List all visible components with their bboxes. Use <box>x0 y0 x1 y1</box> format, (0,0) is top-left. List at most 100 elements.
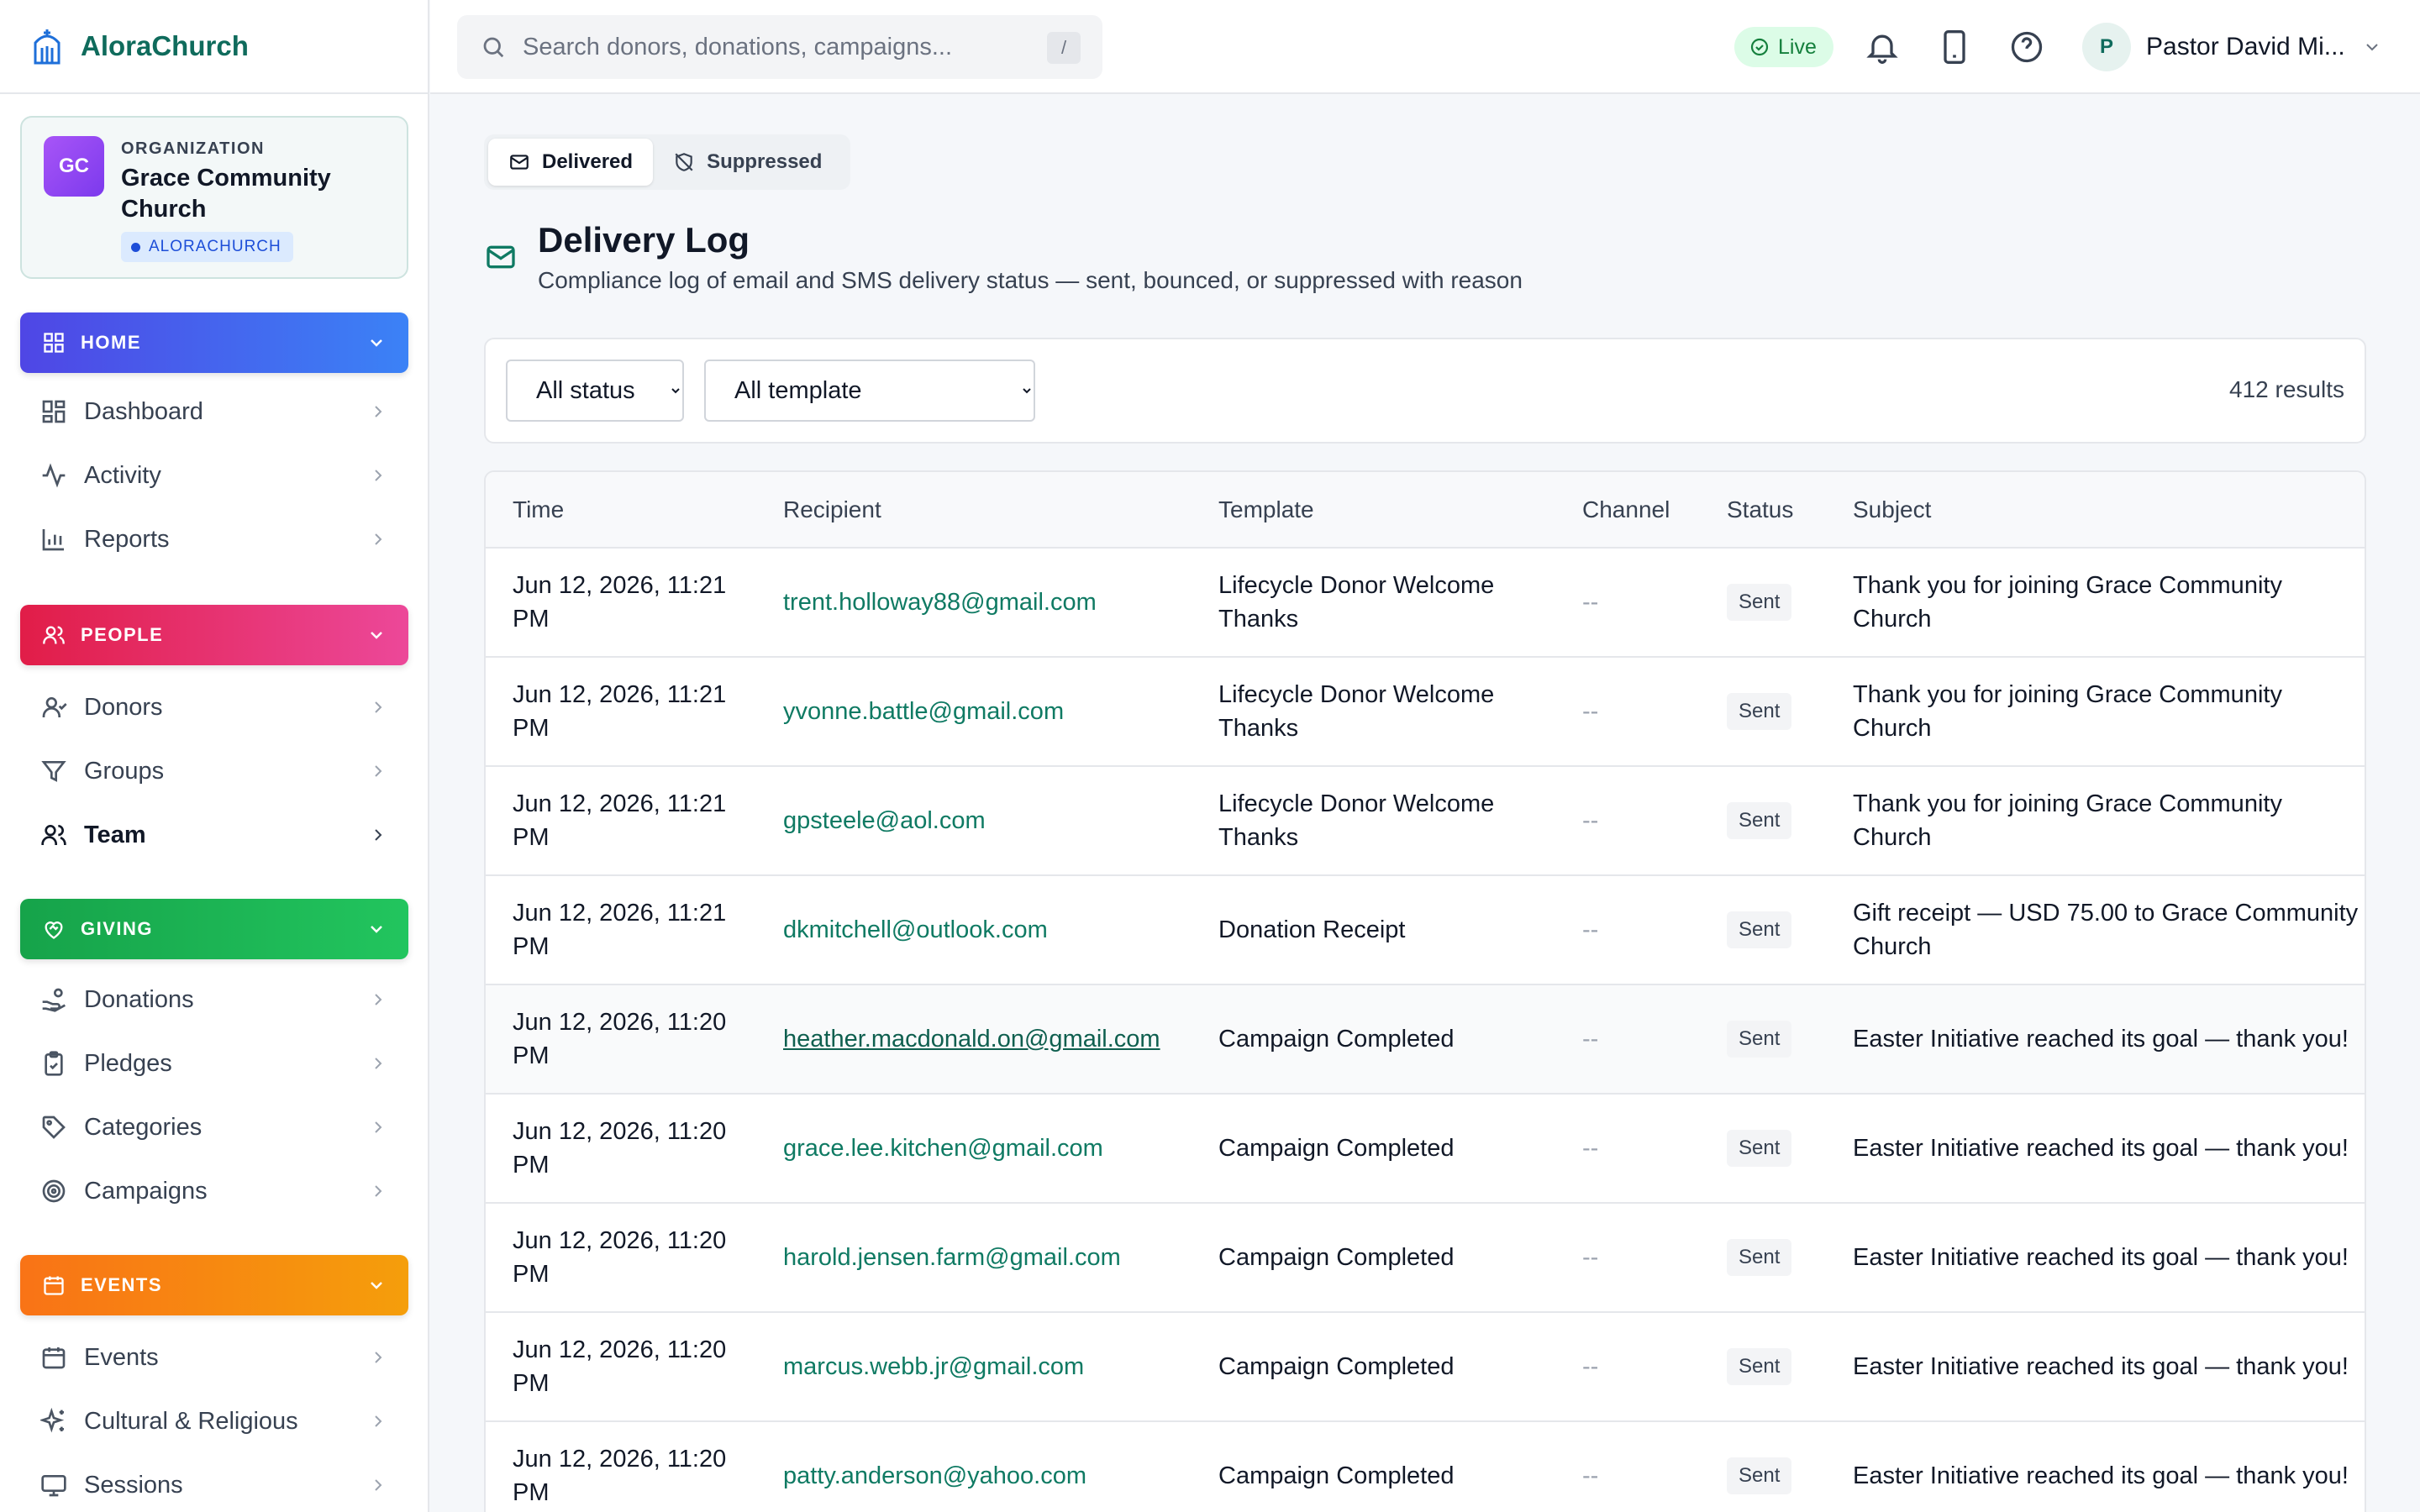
column-header-template[interactable]: Template <box>1192 472 1555 549</box>
column-header-subject[interactable]: Subject <box>1826 472 2365 549</box>
filter-bar: All status All template 412 results <box>484 338 2366 444</box>
section-giving[interactable]: GIVING <box>20 899 408 959</box>
sidebar-item-dashboard[interactable]: Dashboard <box>20 385 408 438</box>
cell-status: Sent <box>1700 766 1826 875</box>
sidebar-item-label: Dashboard <box>84 397 203 425</box>
sidebar-item-donors[interactable]: Donors <box>20 680 408 734</box>
tab-label: Delivered <box>542 150 634 173</box>
table-header-row: Time Recipient Template Channel Status S… <box>486 472 2365 549</box>
monitor-icon <box>41 1475 66 1497</box>
section-events[interactable]: EVENTS <box>20 1255 408 1315</box>
sidebar-item-cultural-religious[interactable]: Cultural & Religious <box>20 1394 408 1448</box>
tab-delivered[interactable]: Delivered <box>488 139 654 186</box>
section-home[interactable]: HOME <box>20 312 408 373</box>
section-home-label: HOME <box>81 332 141 353</box>
template-filter-select[interactable]: All template <box>704 360 1035 422</box>
chevron-right-icon <box>375 1479 382 1491</box>
table-row[interactable]: Jun 12, 2026, 11:20 PM marcus.webb.jr@gma… <box>486 1312 2365 1421</box>
status-badge: Sent <box>1727 693 1792 730</box>
sidebar-item-categories[interactable]: Categories <box>20 1100 408 1154</box>
status-badge: Sent <box>1727 1348 1792 1385</box>
section-giving-label: GIVING <box>81 918 154 939</box>
sparkles-icon <box>40 1408 65 1433</box>
sidebar-item-pledges[interactable]: Pledges <box>20 1037 408 1090</box>
cell-subject: Thank you for joining Grace Community Ch… <box>1853 572 2282 633</box>
chevron-right-icon <box>375 1121 382 1133</box>
sidebar-item-activity[interactable]: Activity <box>20 449 408 502</box>
sidebar-item-label: Groups <box>84 757 165 785</box>
table-row[interactable]: Jun 12, 2026, 11:21 PM trent.holloway88@g… <box>486 548 2365 657</box>
chevron-right-icon <box>375 701 382 713</box>
column-header-time[interactable]: Time <box>486 472 756 549</box>
results-count: 412 results <box>2229 376 2344 402</box>
sidebar-item-label: Team <box>84 821 146 848</box>
table-row[interactable]: Jun 12, 2026, 11:20 PM heather.macdonald.… <box>486 984 2365 1094</box>
organization-kicker: ORGANIZATION <box>121 139 265 158</box>
sidebar-item-campaigns[interactable]: Campaigns <box>20 1164 408 1218</box>
sidebar-item-label: Events <box>84 1343 159 1371</box>
cell-channel: -- <box>1582 807 1599 834</box>
chevron-right-icon <box>375 829 382 841</box>
cell-recipient-link[interactable]: patty.anderson@yahoo.com <box>756 1421 1192 1512</box>
brand[interactable]: AloraChurch <box>0 0 428 94</box>
sidebar-item-events[interactable]: Events <box>20 1331 408 1384</box>
section-people[interactable]: PEOPLE <box>20 605 408 665</box>
cell-time: Jun 12, 2026, 11:21 PM <box>513 900 727 960</box>
tab-suppressed[interactable]: Suppressed <box>653 139 842 186</box>
cell-recipient-link[interactable]: harold.jensen.farm@gmail.com <box>756 1203 1192 1312</box>
mobile-icon[interactable] <box>1936 29 1973 66</box>
cell-subject: Gift receipt — USD 75.00 to Grace Commun… <box>1853 900 2359 960</box>
cell-recipient-link[interactable]: marcus.webb.jr@gmail.com <box>756 1312 1192 1421</box>
chevron-down-icon <box>371 1282 382 1289</box>
cell-time: Jun 12, 2026, 11:21 PM <box>513 681 727 742</box>
user-menu[interactable]: P Pastor David Mi... <box>2082 22 2382 72</box>
cell-recipient-link[interactable]: dkmitchell@outlook.com <box>756 875 1192 984</box>
column-header-status[interactable]: Status <box>1700 472 1826 549</box>
chevron-down-icon <box>371 926 382 933</box>
sidebar-item-label: Donations <box>84 985 194 1013</box>
table-row[interactable]: Jun 12, 2026, 11:20 PM patty.anderson@yah… <box>486 1421 2365 1512</box>
column-header-recipient[interactable]: Recipient <box>756 472 1192 549</box>
sidebar-item-groups[interactable]: Groups <box>20 744 408 798</box>
cell-recipient-link[interactable]: gpsteele@aol.com <box>756 766 1192 875</box>
sidebar-item-donations[interactable]: Donations <box>20 973 408 1026</box>
search-bar[interactable]: / <box>457 15 1102 79</box>
top-bar: / Live P Pastor David Mi... <box>430 0 2420 94</box>
brand-name: AloraChurch <box>81 30 249 61</box>
sidebar-item-reports[interactable]: Reports <box>20 512 408 566</box>
organization-avatar: GC <box>44 136 104 197</box>
sidebar-item-team[interactable]: Team <box>20 808 408 862</box>
users-icon <box>43 626 65 644</box>
status-badge: Sent <box>1727 1021 1792 1058</box>
chevron-right-icon <box>375 406 382 417</box>
table-row[interactable]: Jun 12, 2026, 11:20 PM grace.lee.kitchen@… <box>486 1094 2365 1203</box>
chevron-down-icon <box>371 632 382 639</box>
check-circle-icon <box>1750 38 1769 56</box>
cell-status: Sent <box>1700 657 1826 766</box>
search-input[interactable] <box>523 33 1018 61</box>
status-filter-select[interactable]: All status <box>506 360 684 422</box>
calendar-icon <box>42 1347 66 1369</box>
cell-time: Jun 12, 2026, 11:20 PM <box>513 1446 727 1506</box>
cell-recipient-link[interactable]: grace.lee.kitchen@gmail.com <box>756 1094 1192 1203</box>
cell-recipient-link[interactable]: heather.macdonald.on@gmail.com <box>756 984 1192 1094</box>
cell-channel: -- <box>1582 1135 1599 1162</box>
organization-tag: ALORACHURCH <box>121 232 293 262</box>
cell-recipient-link[interactable]: trent.holloway88@gmail.com <box>756 548 1192 657</box>
sidebar-item-label: Activity <box>84 461 161 489</box>
chevron-right-icon <box>375 533 382 545</box>
help-icon[interactable] <box>2008 29 2045 66</box>
table-row[interactable]: Jun 12, 2026, 11:21 PM yvonne.battle@gmai… <box>486 657 2365 766</box>
table-row[interactable]: Jun 12, 2026, 11:21 PM dkmitchell@outlook… <box>486 875 2365 984</box>
chevron-down-icon <box>371 339 382 347</box>
table-row[interactable]: Jun 12, 2026, 11:20 PM harold.jensen.farm… <box>486 1203 2365 1312</box>
bell-icon[interactable] <box>1864 29 1901 66</box>
organization-card[interactable]: GC ORGANIZATION Grace Community Church A… <box>20 116 408 279</box>
delivery-log-table: Time Recipient Template Channel Status S… <box>484 470 2366 1512</box>
table-row[interactable]: Jun 12, 2026, 11:21 PM gpsteele@aol.com Li… <box>486 766 2365 875</box>
clipboard-check-icon <box>45 1051 63 1076</box>
column-header-channel[interactable]: Channel <box>1555 472 1700 549</box>
cell-template: Lifecycle Donor Welcome Thanks <box>1218 681 1495 742</box>
sidebar-item-sessions[interactable]: Sessions <box>20 1458 408 1512</box>
cell-recipient-link[interactable]: yvonne.battle@gmail.com <box>756 657 1192 766</box>
